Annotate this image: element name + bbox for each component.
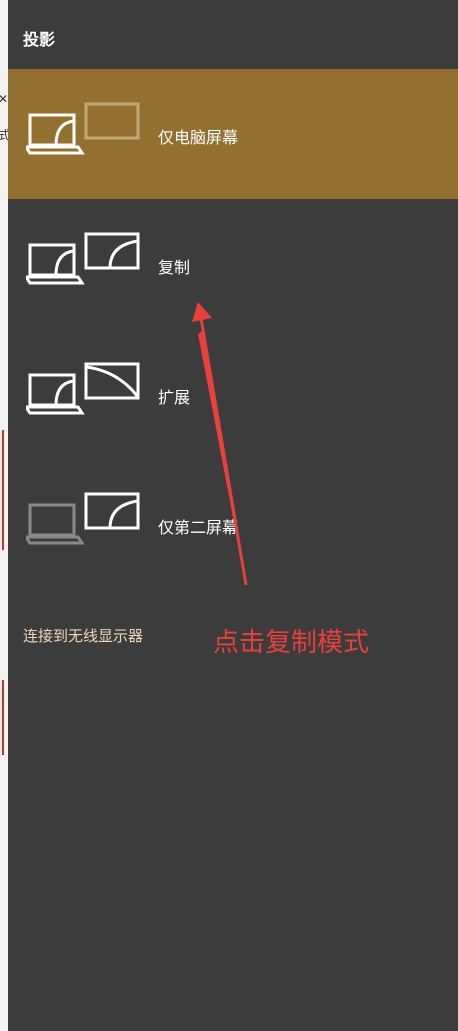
option-duplicate[interactable]: 复制 bbox=[8, 199, 458, 329]
duplicate-icon bbox=[26, 232, 140, 285]
option-second-screen-only[interactable]: 仅第二屏幕 bbox=[8, 459, 458, 589]
background-close-glyph: ✕ bbox=[0, 92, 9, 106]
background-window-edge: ✕ 式 bbox=[0, 0, 10, 1031]
option-label: 仅第二屏幕 bbox=[158, 518, 239, 537]
annotation-text: 点击复制模式 bbox=[213, 628, 370, 658]
extend-icon bbox=[26, 362, 140, 415]
screen: ✕ 式 投影 仅电脑屏幕 复制 扩展 仅第二屏幕 连接到无线显示器 点击复制模式 bbox=[0, 0, 458, 1031]
pc-screen-only-icon bbox=[26, 102, 140, 155]
background-red-line bbox=[2, 680, 4, 755]
connect-wireless-display-link[interactable]: 连接到无线显示器 bbox=[23, 625, 143, 646]
option-label: 扩展 bbox=[158, 388, 191, 407]
background-red-line bbox=[2, 430, 4, 550]
option-extend[interactable]: 扩展 bbox=[8, 329, 458, 459]
project-panel: 投影 仅电脑屏幕 复制 扩展 仅第二屏幕 连接到无线显示器 点击复制模式 bbox=[8, 0, 458, 1031]
second-screen-only-icon bbox=[26, 492, 140, 545]
option-pc-screen-only[interactable]: 仅电脑屏幕 bbox=[8, 69, 458, 199]
option-label: 仅电脑屏幕 bbox=[158, 128, 239, 147]
option-label: 复制 bbox=[158, 258, 191, 277]
panel-title: 投影 bbox=[23, 30, 56, 49]
